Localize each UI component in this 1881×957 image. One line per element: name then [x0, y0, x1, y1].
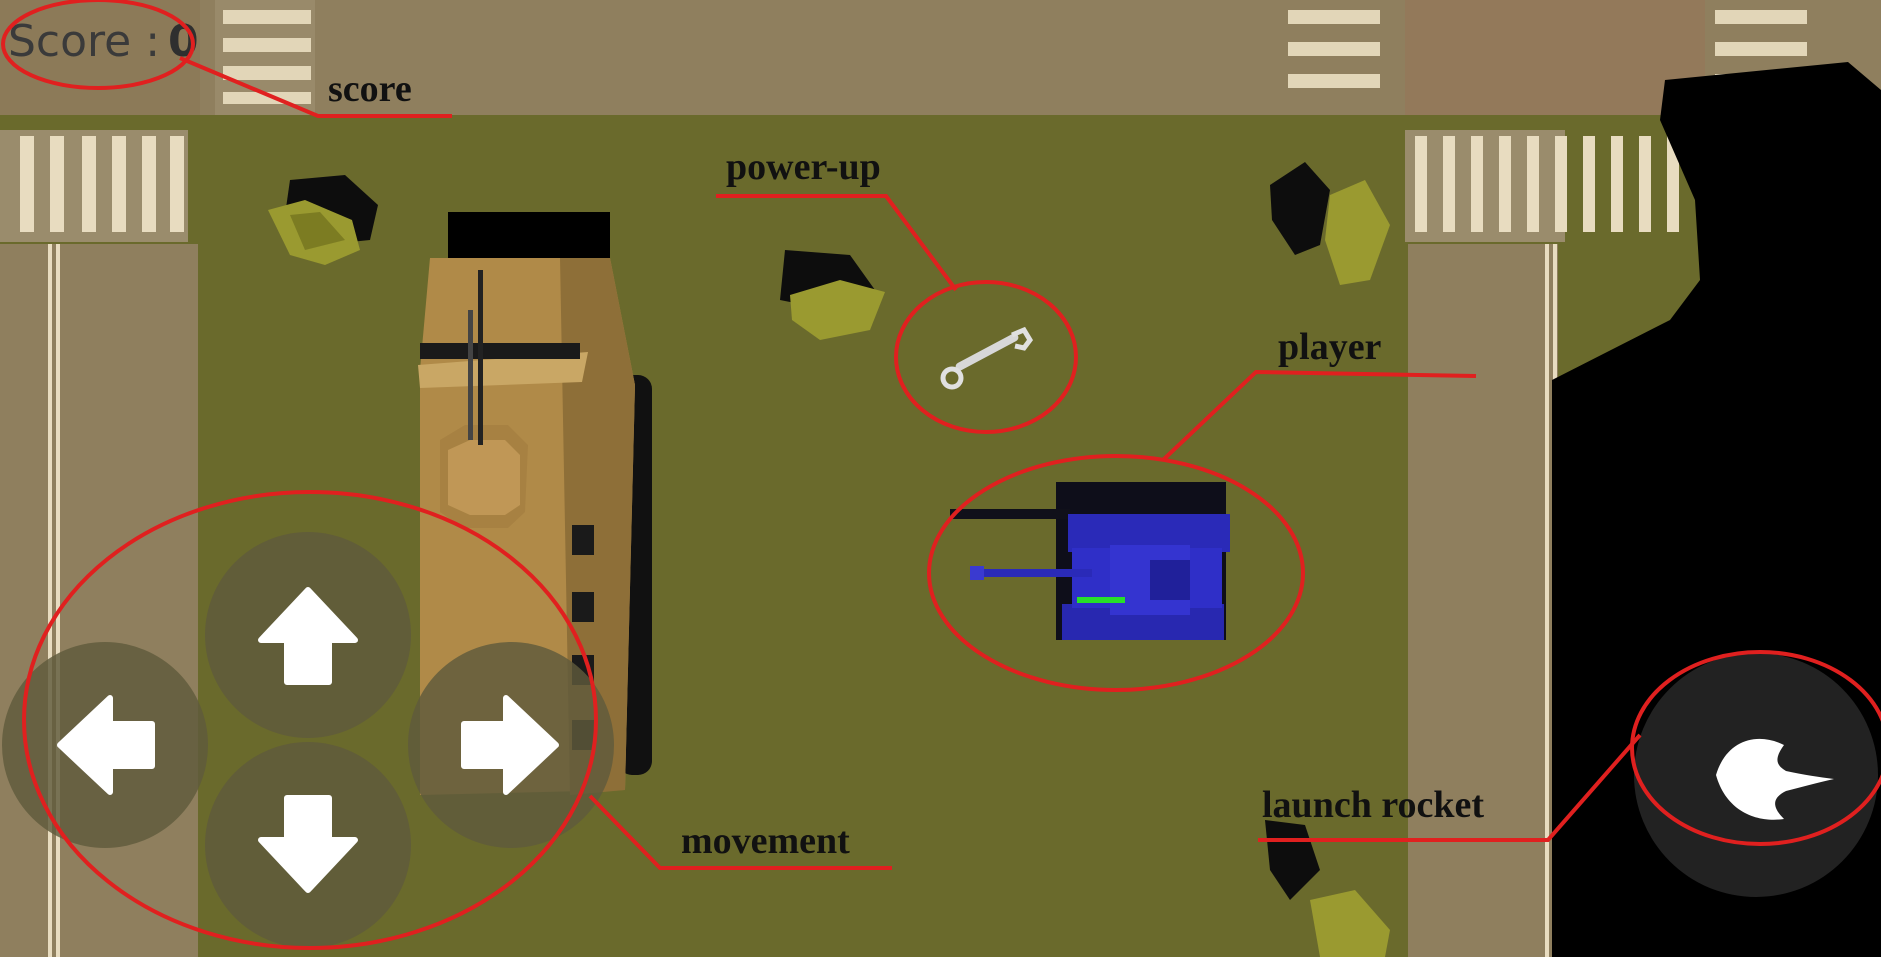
annotation-movement: movement: [681, 820, 850, 862]
player-health-bar: [1077, 597, 1125, 603]
launch-rocket-button[interactable]: [1634, 653, 1878, 897]
annotation-launch-rocket: launch rocket: [1262, 784, 1485, 826]
rocket-icon: [1716, 738, 1834, 820]
score-display: Score :0: [8, 20, 199, 64]
move-down-button[interactable]: [205, 742, 411, 948]
crosswalk-top-middle: [1288, 10, 1380, 88]
arrow-down-icon: [258, 795, 358, 893]
arrow-right-icon: [461, 695, 559, 795]
move-left-button[interactable]: [2, 642, 208, 848]
score-value: 0: [168, 16, 199, 67]
move-right-button[interactable]: [408, 642, 614, 848]
annotation-player: player: [1278, 326, 1382, 368]
arrow-left-icon: [57, 695, 155, 795]
score-label: Score :: [8, 16, 161, 67]
arrow-up-icon: [258, 587, 358, 685]
move-up-button[interactable]: [205, 532, 411, 738]
annotation-score: score: [328, 68, 412, 110]
annotation-power-up: power-up: [726, 146, 881, 188]
game-viewport: Score :0 score power-up player movement …: [0, 0, 1881, 957]
